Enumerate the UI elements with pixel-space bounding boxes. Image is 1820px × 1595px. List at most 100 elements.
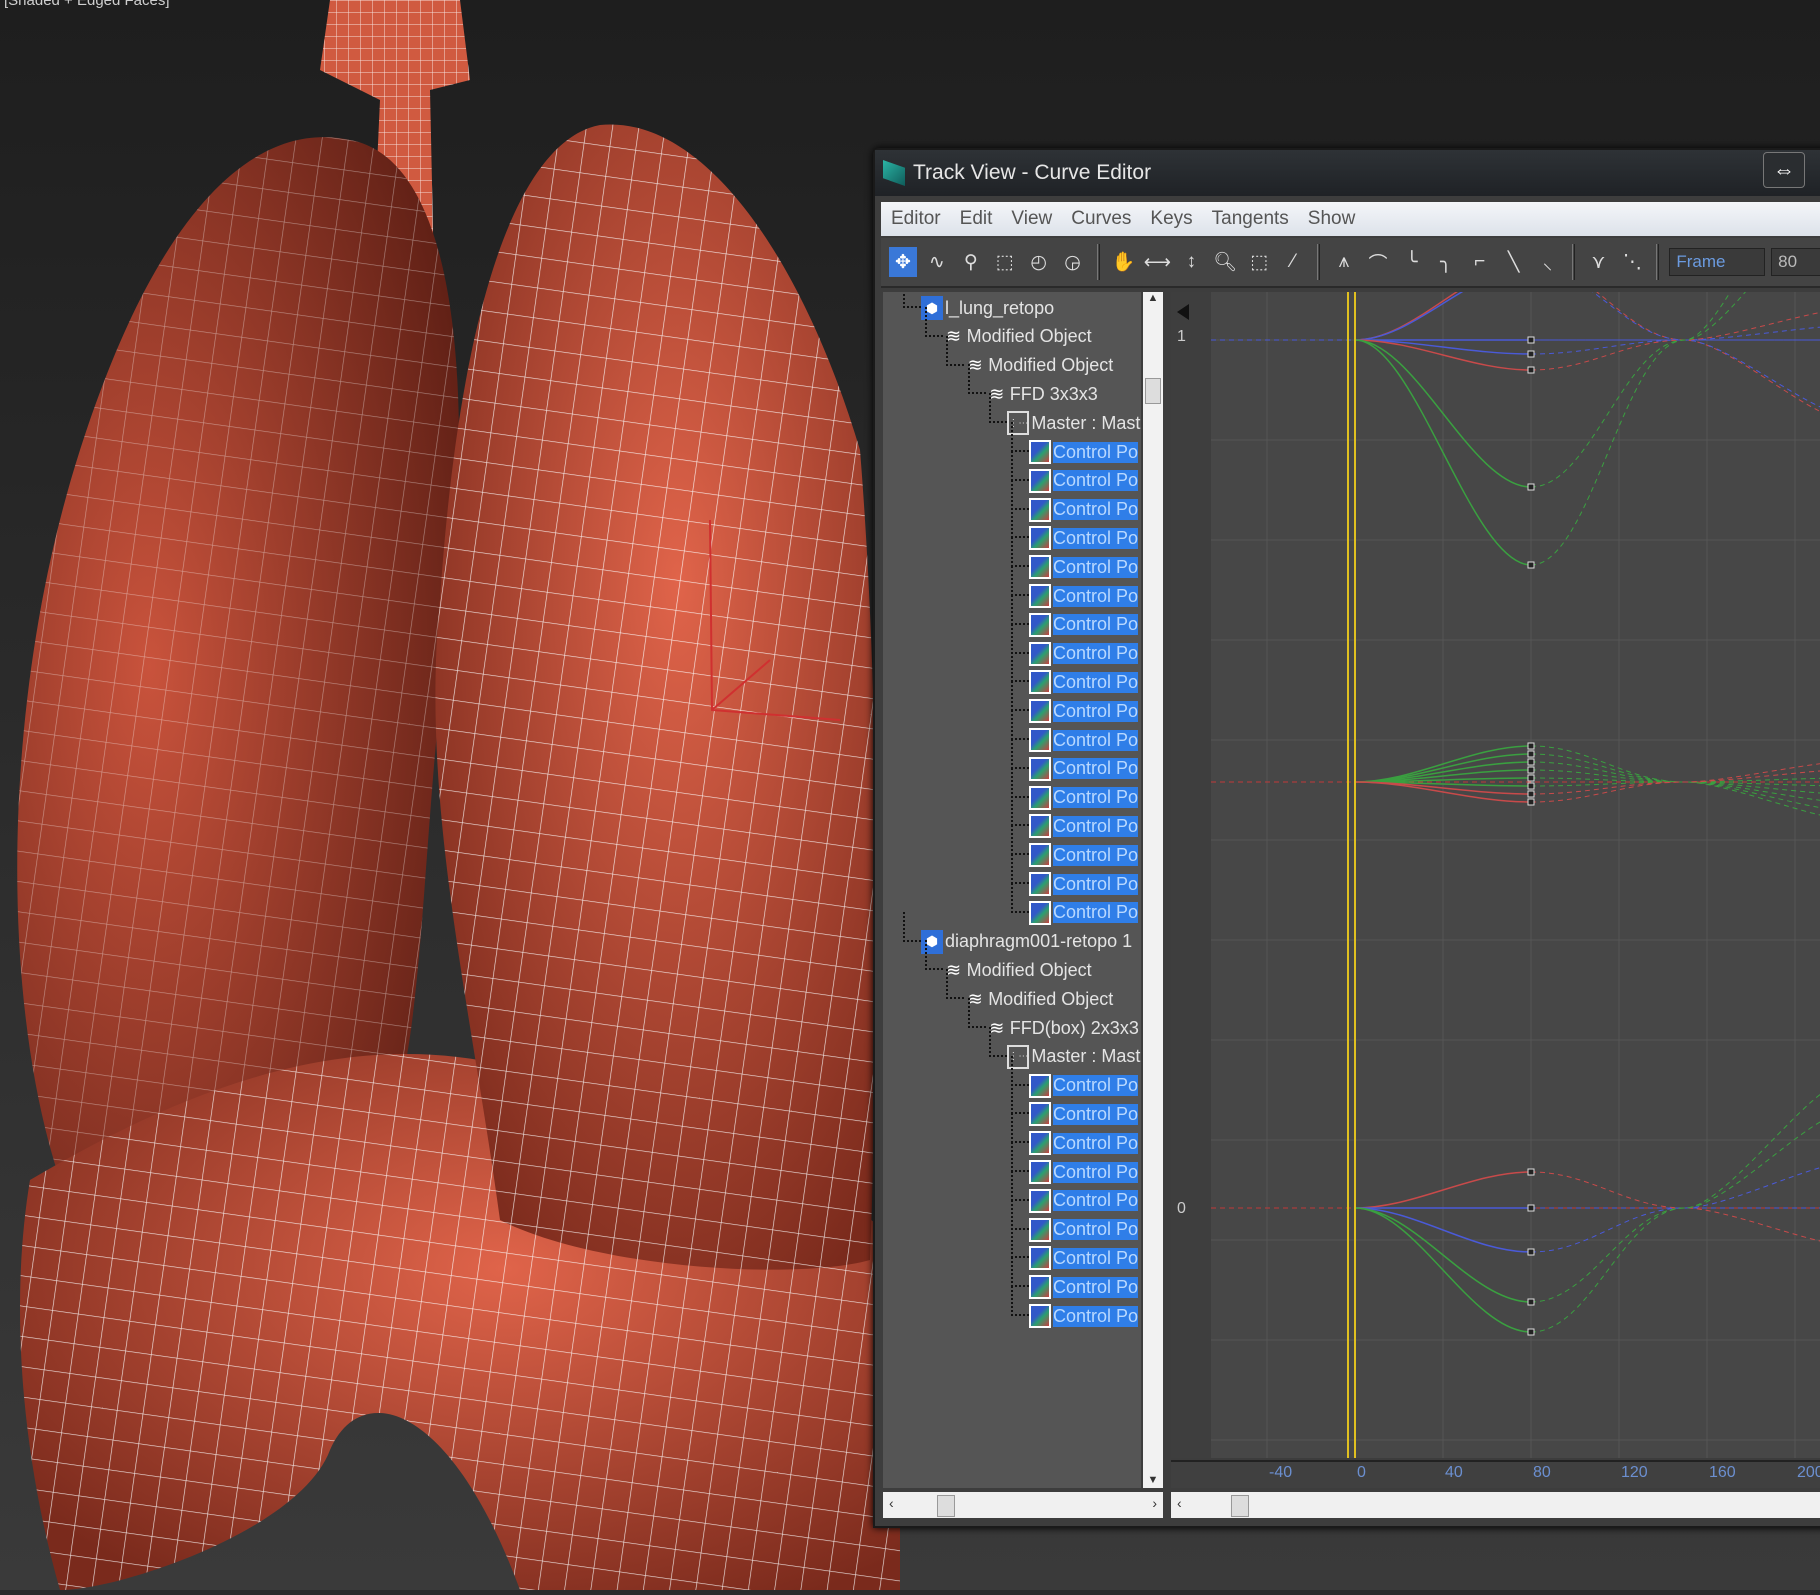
scroll-thumb[interactable] [937,1495,955,1517]
tree-item-control-point[interactable]: Control Po [1029,1158,1139,1186]
tree-item-control-point[interactable]: Control Po [1029,1187,1139,1215]
tangent-slow-icon[interactable]: ╮ [1432,247,1460,277]
retime-icon[interactable]: ◴ [1025,247,1053,277]
tree-item-control-point[interactable]: Control Po [1029,1216,1139,1244]
animation-curve[interactable] [1531,292,1820,418]
tree-item-control-point[interactable]: Control Po [1029,1072,1139,1100]
animation-curve[interactable] [1530,292,1820,488]
add-keys-icon[interactable]: ⚲ [957,247,985,277]
tree-item-control-point[interactable]: Control Po [1029,784,1139,812]
tree-item[interactable]: ≋ FFD(box) 2x3x3 [986,1014,1139,1042]
zoom-icon[interactable]: 🔍︎ [1211,247,1239,277]
tree-item-control-point[interactable]: Control Po [1029,726,1139,754]
curve-canvas[interactable] [1171,292,1820,1458]
tree-item[interactable]: ≋ Modified Object [964,352,1114,380]
keyframe[interactable] [1527,483,1535,491]
tree-item-control-point[interactable]: Control Po [1029,1302,1139,1330]
tree-item-control-point[interactable]: Control Po [1029,496,1139,524]
keyframe[interactable] [1527,1298,1535,1306]
curve-graph[interactable]: 1 0 [1171,292,1820,1458]
graph-horizontal-scrollbar[interactable]: ‹ [1171,1492,1820,1518]
keyframe[interactable] [1527,774,1535,782]
tree-item[interactable]: ≋ Modified Object [943,323,1092,351]
scroll-left-icon[interactable]: ‹ [1177,1495,1182,1511]
animation-curve[interactable] [1531,292,1820,413]
tree-item-control-point[interactable]: Control Po [1029,812,1139,840]
resize-button[interactable]: ⇔ [1763,152,1805,188]
unify-tangents-icon[interactable]: ⋱ [1618,247,1646,277]
tree-item[interactable]: ≋ Modified Object [943,956,1092,984]
tangent-spline-icon[interactable]: ⌒ [1364,247,1392,277]
keyframe[interactable] [1527,1248,1535,1256]
tree-horizontal-scrollbar[interactable]: ‹ › [883,1492,1163,1518]
tree-item[interactable]: ≋ Modified Object [964,985,1114,1013]
tangent-linear-icon[interactable]: ╲ [1500,247,1528,277]
keyframe[interactable] [1527,350,1535,358]
scroll-thumb[interactable] [1231,1495,1249,1517]
keyframe[interactable] [1527,782,1535,790]
tree-item[interactable]: ⬢ diaphragm001-retopo 1 [921,928,1132,956]
tree-item-control-point[interactable]: Control Po [1029,524,1139,552]
keyframe[interactable] [1527,798,1535,806]
tree-item-control-point[interactable]: Control Po [1029,1129,1139,1157]
title-bar[interactable]: Track View - Curve Editor [875,150,1820,196]
keyframe[interactable] [1527,750,1535,758]
zoom-region-icon[interactable]: ⬚ [1245,247,1273,277]
keyframe[interactable] [1527,766,1535,774]
viewport-label[interactable]: [Shaded + Edged Faces] [4,0,170,9]
keyframe[interactable] [1527,561,1535,569]
break-tangents-icon[interactable]: ⋎ [1585,247,1613,277]
keyframe[interactable] [1527,1204,1535,1212]
tree-item-control-point[interactable]: Control Po [1029,640,1139,668]
frame-value-icon[interactable]: ↕ [1177,247,1205,277]
tree-item-control-point[interactable]: Control Po [1029,553,1139,581]
tree-item-control-point[interactable]: Control Po [1029,438,1139,466]
scroll-down-icon[interactable]: ▼ [1143,1474,1163,1486]
pan-hand-icon[interactable]: ✋ [1110,247,1138,277]
tree-item-control-point[interactable]: Control Po [1029,1100,1139,1128]
menu-edit[interactable]: Edit [960,208,993,230]
tree-item-control-point[interactable]: Control Po [1029,755,1139,783]
frame-field[interactable]: 80 [1771,248,1820,276]
draw-curves-icon[interactable]: ∿ [923,247,951,277]
tree-item-control-point[interactable]: Control Po [1029,467,1139,495]
scroll-thumb[interactable] [1145,378,1161,404]
tree-item-control-point[interactable]: Control Po [1029,870,1139,898]
tree-item-control-point[interactable]: Control Po [1029,697,1139,725]
tree-item-control-point[interactable]: Control Po [1029,582,1139,610]
scroll-right-icon[interactable]: › [1152,1495,1157,1511]
region-select-icon[interactable]: ⬚ [991,247,1019,277]
frame-horizontal-icon[interactable]: ⟷ [1143,247,1171,277]
menu-keys[interactable]: Keys [1150,208,1192,230]
keyframe[interactable] [1527,758,1535,766]
menu-show[interactable]: Show [1308,208,1356,230]
tree-item-control-point[interactable]: Control Po [1029,1244,1139,1272]
keyframe[interactable] [1527,336,1535,344]
keyframe[interactable] [1527,742,1535,750]
keyframe[interactable] [1527,1168,1535,1176]
time-ruler[interactable]: -40 0 40 80 120 160 200 [1171,1460,1820,1488]
menu-view[interactable]: View [1011,208,1052,230]
menu-curves[interactable]: Curves [1071,208,1131,230]
tangent-auto-icon[interactable]: ⩚ [1330,247,1358,277]
scroll-left-icon[interactable]: ‹ [889,1495,894,1511]
animation-curve[interactable] [1530,292,1820,566]
menu-tangents[interactable]: Tangents [1212,208,1289,230]
tangent-step-icon[interactable]: ⌐ [1466,247,1494,277]
retime-all-icon[interactable]: ◶ [1059,247,1087,277]
tree-item-control-point[interactable]: Control Po [1029,611,1139,639]
keyframe[interactable] [1527,366,1535,374]
isolate-curve-icon[interactable]: ⁄ [1279,247,1307,277]
move-keys-icon[interactable]: ✥ [889,247,917,277]
tree-item-control-point[interactable]: Control Po [1029,899,1139,927]
tree-item-control-point[interactable]: Control Po [1029,841,1139,869]
tree-item-control-point[interactable]: Control Po [1029,1273,1139,1301]
keyframe[interactable] [1527,1328,1535,1336]
tangent-smooth-icon[interactable]: ⸜ [1534,247,1562,277]
controller-tree[interactable]: ⬢ l_lung_retopo ≋ Modified Object ≋ Modified … [883,292,1141,1488]
scroll-up-icon[interactable]: ▲ [1143,292,1163,304]
keyframe[interactable] [1527,790,1535,798]
tree-item-control-point[interactable]: Control Po [1029,668,1139,696]
tangent-fast-icon[interactable]: ╰ [1398,247,1426,277]
tree-vertical-scrollbar[interactable]: ▲ ▼ [1143,292,1163,1488]
